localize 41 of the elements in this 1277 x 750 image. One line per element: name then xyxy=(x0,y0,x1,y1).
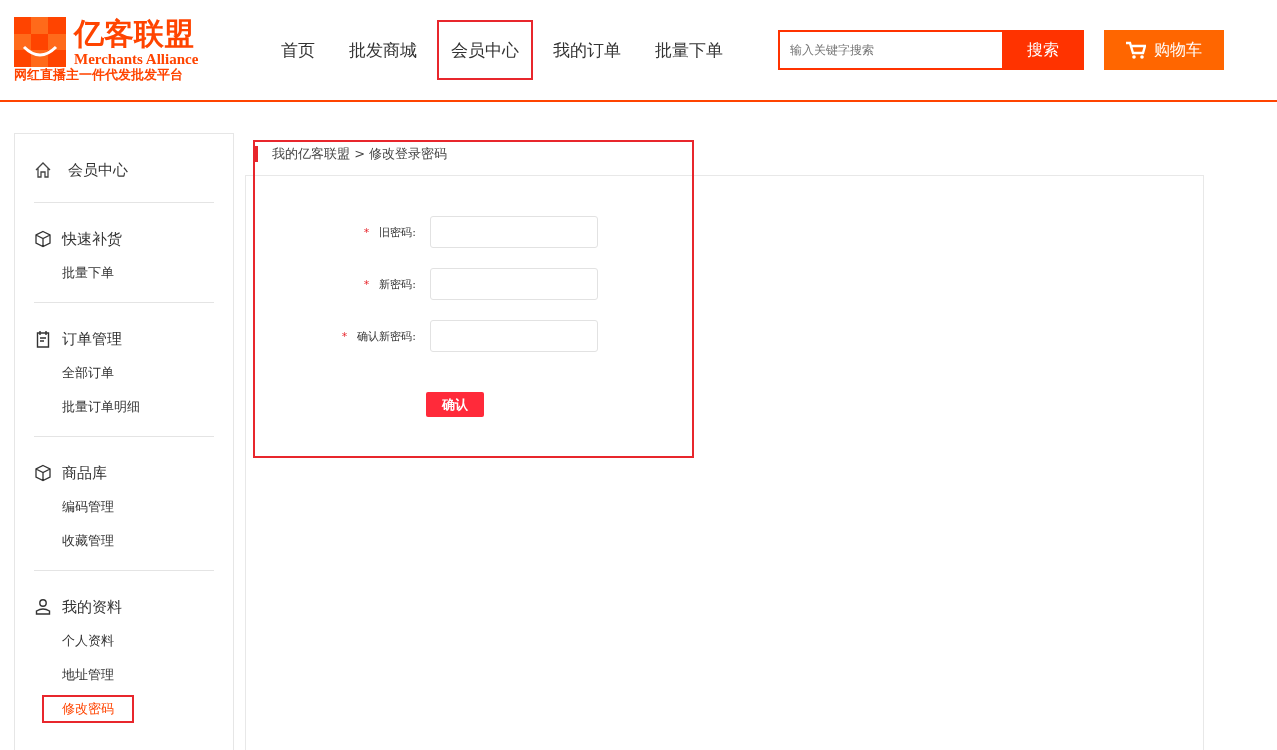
required-mark: * xyxy=(363,225,370,239)
sidebar-heading[interactable]: 快速补货 xyxy=(62,229,122,249)
user-icon xyxy=(34,598,52,616)
logo-subtitle: Merchants Alliance xyxy=(74,51,199,67)
sidebar-link[interactable]: 修改密码 xyxy=(42,695,134,723)
sidebar-link[interactable]: 编码管理 xyxy=(42,493,134,521)
field-label: * 新密码: xyxy=(362,276,416,292)
search-field[interactable]: 输入关键字搜索 xyxy=(778,30,1002,70)
nav-link[interactable]: 我的订单 xyxy=(539,20,635,80)
password-field[interactable] xyxy=(430,216,598,248)
required-mark: * xyxy=(363,277,370,291)
password-field[interactable] xyxy=(430,320,598,352)
field-label: * 旧密码: xyxy=(362,224,416,240)
sidebar-link[interactable]: 地址管理 xyxy=(42,661,134,689)
cube-icon xyxy=(34,230,52,248)
home-icon xyxy=(34,161,52,179)
sidebar-link[interactable]: 个人资料 xyxy=(42,627,134,655)
smile-logo-icon xyxy=(14,17,66,67)
sidebar-heading[interactable]: 我的资料 xyxy=(62,597,122,617)
clipboard-icon xyxy=(34,330,52,348)
sidebar-link[interactable]: 批量下单 xyxy=(42,259,134,287)
cart-icon xyxy=(1126,41,1146,59)
sidebar-link[interactable]: 收藏管理 xyxy=(42,527,134,555)
sidebar-heading[interactable]: 订单管理 xyxy=(62,329,122,349)
logo-slogan: 网红直播主一件代发批发平台 xyxy=(14,67,184,83)
nav-link[interactable]: 首页 xyxy=(267,20,329,80)
nav-link[interactable]: 批量下单 xyxy=(641,20,737,80)
field-label: * 确认新密码: xyxy=(340,328,416,344)
sidebar-heading[interactable]: 会员中心 xyxy=(68,160,128,180)
confirm-button[interactable]: 确认 xyxy=(426,392,484,417)
cube-icon xyxy=(34,464,52,482)
sidebar-link[interactable]: 全部订单 xyxy=(42,359,134,387)
breadcrumb: 我的亿客联盟 > 修改登录密码 xyxy=(254,146,448,162)
search-button[interactable]: 搜索 xyxy=(1002,30,1084,70)
nav-link[interactable]: 会员中心 xyxy=(437,20,533,80)
required-mark: * xyxy=(341,329,348,343)
sidebar-heading[interactable]: 商品库 xyxy=(62,463,107,483)
logo-title: 亿客联盟 xyxy=(74,17,195,51)
nav-link[interactable]: 批发商城 xyxy=(335,20,431,80)
sidebar-link[interactable]: 批量订单明细 xyxy=(42,393,160,421)
password-field[interactable] xyxy=(430,268,598,300)
